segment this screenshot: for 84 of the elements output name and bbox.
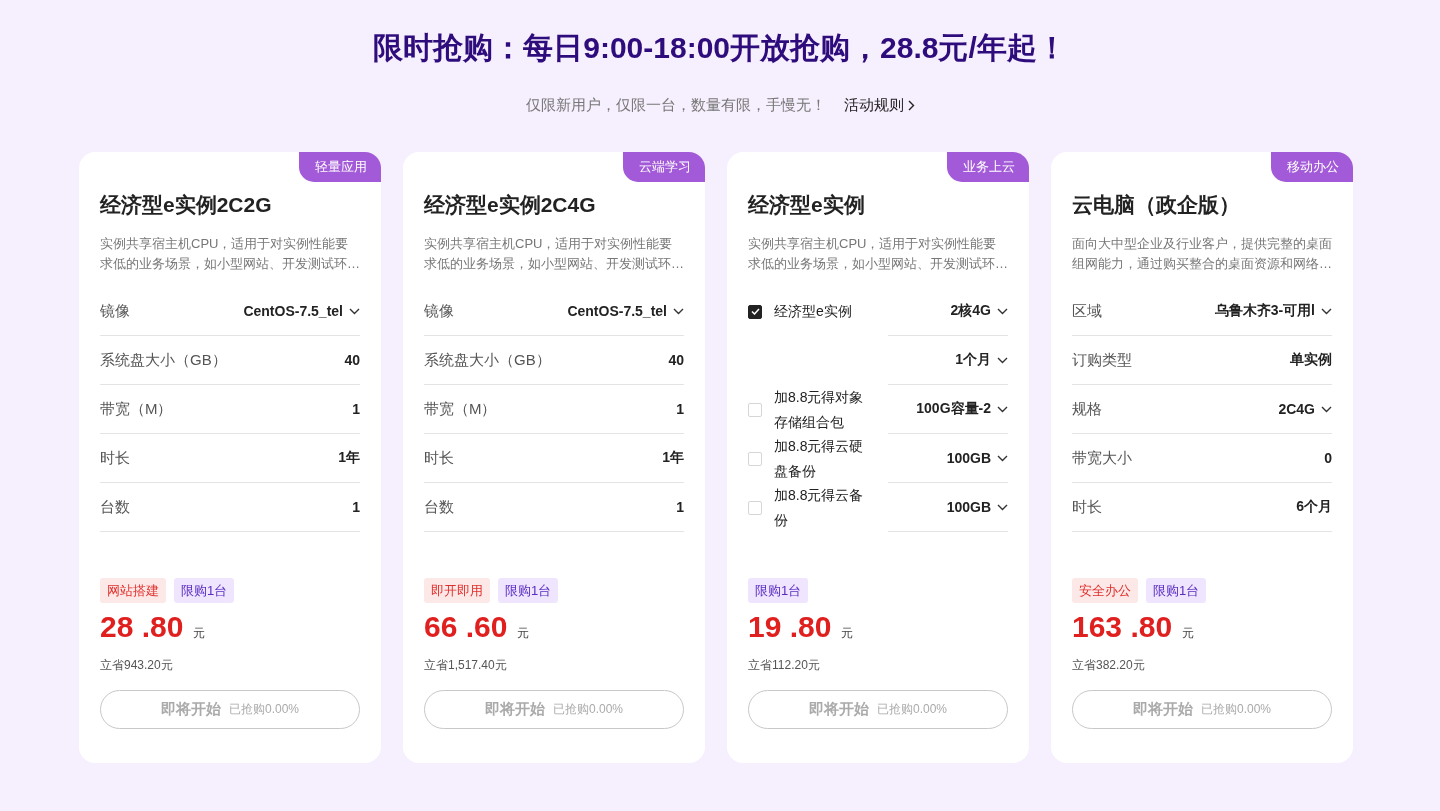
- currency-unit: 元: [1182, 625, 1195, 642]
- field-label: 系统盘大小（GB）: [424, 350, 551, 370]
- category-badge: 轻量应用: [299, 152, 381, 182]
- limit-tag: 限购1台: [748, 578, 809, 603]
- field-value: 40: [668, 352, 684, 368]
- feature-tag: 即开即用: [424, 578, 490, 603]
- field-label: 时长: [424, 448, 454, 468]
- field-label: 台数: [100, 497, 130, 517]
- dropdown-select[interactable]: CentOS-7.5_tel: [567, 303, 684, 319]
- category-badge: 云端学习: [623, 152, 705, 182]
- field-value: 1: [352, 401, 360, 417]
- product-description: 实例共享宿主机CPU，适用于对实例性能要求低的业务场景，如小型网站、开发测试环…: [748, 235, 1008, 273]
- checkbox[interactable]: [748, 304, 762, 319]
- field-value: 0: [1324, 450, 1332, 466]
- product-description: 实例共享宿主机CPU，适用于对实例性能要求低的业务场景，如小型网站、开发测试环…: [100, 235, 360, 273]
- dropdown-select[interactable]: 100GB: [946, 499, 1008, 515]
- field-value: 6个月: [1296, 498, 1332, 516]
- field-label: 时长: [1072, 497, 1102, 517]
- category-badge: 业务上云: [947, 152, 1029, 182]
- option-label: 加8.8元得云硬盘备份: [774, 436, 865, 481]
- dropdown-select[interactable]: 2核4G: [950, 302, 1008, 320]
- price: 66 .60: [424, 609, 508, 645]
- product-title: 云电脑（政企版）: [1072, 192, 1241, 218]
- savings-text: 立省1,517.40元: [424, 657, 507, 674]
- product-title: 经济型e实例: [748, 192, 866, 218]
- limit-tag: 限购1台: [498, 578, 559, 603]
- chevron-down-icon: [997, 405, 1008, 413]
- savings-text: 立省943.20元: [100, 657, 173, 674]
- price: 19 .80: [748, 609, 832, 645]
- chevron-right-icon: [907, 99, 915, 111]
- dropdown-select[interactable]: 100GB: [946, 450, 1008, 466]
- chevron-down-icon: [997, 307, 1008, 315]
- field-label: 带宽大小: [1072, 448, 1132, 468]
- chevron-down-icon: [349, 307, 360, 315]
- option-label: 加8.8元得云备份: [774, 485, 865, 530]
- category-badge: 移动办公: [1271, 152, 1353, 182]
- currency-unit: 元: [841, 625, 854, 642]
- field-value: 1: [676, 499, 684, 515]
- option-label: 加8.8元得对象存储组合包: [774, 387, 865, 432]
- product-title: 经济型e实例2C2G: [100, 192, 273, 218]
- dropdown-select[interactable]: 1个月: [955, 351, 1008, 369]
- field-label: 区域: [1072, 301, 1102, 321]
- dropdown-select[interactable]: 乌鲁木齐3-可用l: [1214, 302, 1332, 320]
- limit-tag: 限购1台: [1146, 578, 1207, 603]
- dropdown-select[interactable]: 100G容量-2: [916, 400, 1008, 418]
- dropdown-select[interactable]: 2C4G: [1278, 401, 1332, 417]
- savings-text: 立省112.20元: [748, 657, 820, 674]
- field-label: 带宽（M）: [100, 399, 173, 419]
- chevron-down-icon: [997, 503, 1008, 511]
- currency-unit: 元: [517, 625, 530, 642]
- product-description: 面向大中型企业及行业客户，提供完整的桌面组网能力，通过购买整合的桌面资源和网络…: [1072, 235, 1332, 273]
- field-label: 镜像: [100, 301, 130, 321]
- field-label: 时长: [100, 448, 130, 468]
- field-label: 带宽（M）: [424, 399, 497, 419]
- field-value: 单实例: [1290, 351, 1332, 369]
- option-label: 经济型e实例: [774, 302, 853, 321]
- chevron-down-icon: [997, 356, 1008, 364]
- price: 28 .80: [100, 609, 184, 645]
- dropdown-select[interactable]: CentOS-7.5_tel: [243, 303, 360, 319]
- field-label: 规格: [1072, 399, 1102, 419]
- field-label: 订购类型: [1072, 350, 1132, 370]
- product-description: 实例共享宿主机CPU，适用于对实例性能要求低的业务场景，如小型网站、开发测试环…: [424, 235, 684, 273]
- field-value: 1年: [662, 449, 684, 467]
- feature-tag: 网站搭建: [100, 578, 166, 603]
- field-value: 40: [344, 352, 360, 368]
- field-label: 镜像: [424, 301, 454, 321]
- field-value: 1: [676, 401, 684, 417]
- chevron-down-icon: [997, 454, 1008, 462]
- feature-tag: 安全办公: [1072, 578, 1138, 603]
- savings-text: 立省382.20元: [1072, 657, 1145, 674]
- product-title: 经济型e实例2C4G: [424, 192, 597, 218]
- field-value: 1年: [338, 449, 360, 467]
- chevron-down-icon: [1321, 307, 1332, 315]
- currency-unit: 元: [193, 625, 206, 642]
- price: 163 .80: [1072, 609, 1173, 645]
- promo-subtitle: 仅限新用户，仅限一台，数量有限，手慢无！: [525, 95, 826, 115]
- field-label: 台数: [424, 497, 454, 517]
- field-label: 系统盘大小（GB）: [100, 350, 227, 370]
- rules-link[interactable]: 活动规则: [843, 95, 915, 115]
- chevron-down-icon: [673, 307, 684, 315]
- promo-title: 限时抢购：每日9:00-18:00开放抢购，28.8元/年起！: [373, 30, 1067, 66]
- chevron-down-icon: [1321, 405, 1332, 413]
- limit-tag: 限购1台: [174, 578, 235, 603]
- field-value: 1: [352, 499, 360, 515]
